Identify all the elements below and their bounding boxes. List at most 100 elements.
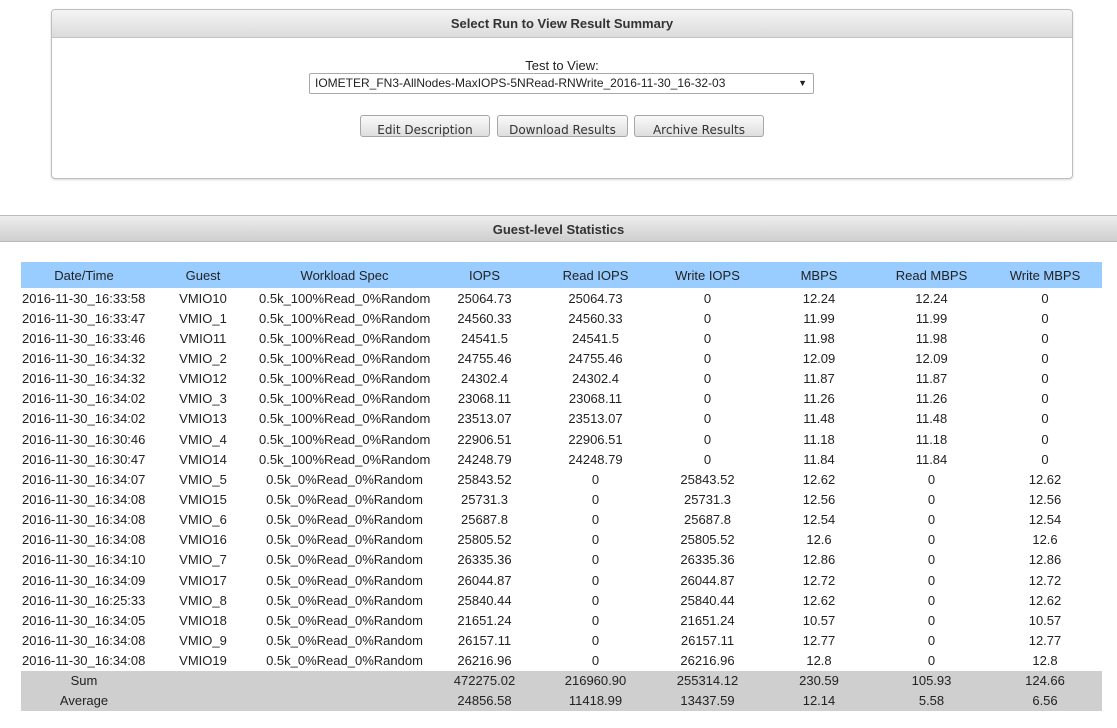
table-row: 2016-11-30_16:33:58 VMIO10 0.5k_100%Read_0… <box>21 288 1102 308</box>
table-cell: 12.77 <box>1028 632 1062 648</box>
table-cell: 22906.51 <box>568 431 623 447</box>
table-cell <box>147 670 259 691</box>
table-cell: 21651.24 <box>680 612 735 628</box>
table-cell: 12.56 <box>1028 491 1062 507</box>
table-cell: 0 <box>591 612 600 628</box>
table-cell: 216960.90 <box>539 670 652 691</box>
table-cell: 0 <box>703 310 712 326</box>
table-cell: 11.99 <box>803 310 835 326</box>
table-cell: 0 <box>591 491 600 507</box>
table-cell: 0.5k_0%Read_0%Random <box>266 653 423 669</box>
table-cell: 0.5k_0%Read_0%Random <box>266 592 423 608</box>
table-cell: VMIO_4 <box>179 431 227 447</box>
table-cell: 0 <box>1041 330 1049 346</box>
table-row: 2016-11-30_16:34:09 VMIO17 0.5k_0%Read_0%R… <box>21 570 1102 590</box>
table-cell: 2016-11-30_16:34:08 <box>22 653 146 669</box>
table-cell: 0.5k_100%Read_0%Random <box>259 391 431 407</box>
table-cell: 24541.5 <box>461 330 508 346</box>
table-cell: 25731.3 <box>461 491 508 507</box>
archive-results-button[interactable]: Archive Results <box>634 115 764 137</box>
table-row: 2016-11-30_16:34:07 VMIO_5 0.5k_0%Read_0%R… <box>21 469 1102 489</box>
table-cell: 11.84 <box>803 451 835 467</box>
table-cell: 12.62 <box>802 471 836 487</box>
table-cell: 230.59 <box>763 670 875 691</box>
table-cell: 25805.52 <box>457 532 512 548</box>
table-row: 2016-11-30_16:34:08 VMIO_9 0.5k_0%Read_0%R… <box>21 630 1102 650</box>
table-cell: 25731.3 <box>684 491 731 507</box>
table-cell: 24248.79 <box>568 451 623 467</box>
table-cell: 26335.36 <box>680 552 735 568</box>
table-cell: VMIO_9 <box>179 632 227 648</box>
table-cell: 0 <box>591 552 600 568</box>
table-cell: 0.5k_0%Read_0%Random <box>266 632 423 648</box>
table-cell: 0.5k_100%Read_0%Random <box>259 371 431 387</box>
table-cell: 0.5k_100%Read_0%Random <box>259 451 431 467</box>
table-cell: 24541.5 <box>572 330 619 346</box>
table-cell: VMIO17 <box>179 572 227 588</box>
download-results-button[interactable]: Download Results <box>497 115 628 137</box>
table-cell: 0 <box>927 592 936 608</box>
table-cell: VMIO_3 <box>179 391 227 407</box>
table-cell: VMIO_6 <box>179 512 227 528</box>
table-cell: 0 <box>1041 371 1049 387</box>
table-cell <box>147 690 259 711</box>
table-cell: 0 <box>1041 411 1049 427</box>
test-select-value: IOMETER_FN3-AllNodes-MaxIOPS-5NRead-RNWr… <box>315 76 726 90</box>
table-cell: 11.48 <box>803 411 835 427</box>
table-cell: 0 <box>591 592 600 608</box>
table-body: 2016-11-30_16:33:58 VMIO10 0.5k_100%Read_0… <box>21 288 1102 711</box>
table-cell <box>259 670 430 691</box>
table-cell: 26044.87 <box>457 572 512 588</box>
column-header: Date/Time <box>21 262 147 288</box>
table-cell: 0 <box>591 471 600 487</box>
table-cell: 2016-11-30_16:33:46 <box>22 330 146 346</box>
table-cell: 0.5k_0%Read_0%Random <box>266 491 423 507</box>
table-cell: 12.86 <box>802 552 836 568</box>
table-row: 2016-11-30_16:34:32 VMIO_2 0.5k_100%Read_0… <box>21 348 1102 368</box>
table-cell <box>259 690 430 711</box>
table-cell: 0.5k_100%Read_0%Random <box>259 290 431 306</box>
table-cell: 0 <box>927 552 936 568</box>
guest-stats-title: Guest-level Statistics <box>0 215 1117 242</box>
table-header-row: Date/Time Guest Workload Spec IOPS Read IOPS… <box>21 262 1102 288</box>
table-cell: 0 <box>703 371 712 387</box>
table-row: 2016-11-30_16:33:46 VMIO11 0.5k_100%Read_0… <box>21 328 1102 348</box>
table-cell: 26044.87 <box>680 572 735 588</box>
test-select[interactable]: IOMETER_FN3-AllNodes-MaxIOPS-5NRead-RNWr… <box>309 73 814 94</box>
table-cell: 12.24 <box>915 290 948 306</box>
table-cell: 12.86 <box>1028 552 1062 568</box>
edit-description-button[interactable]: Edit Description <box>360 115 490 137</box>
chevron-down-icon[interactable]: ▼ <box>798 74 807 93</box>
table-cell: 12.8 <box>806 653 832 669</box>
table-cell: VMIO16 <box>179 532 227 548</box>
table-cell: 2016-11-30_16:34:02 <box>22 411 146 427</box>
table-cell: 26335.36 <box>457 552 512 568</box>
select-run-panel-title: Select Run to View Result Summary <box>52 10 1072 38</box>
table-cell: 12.6 <box>806 532 832 548</box>
table-cell: 0 <box>927 471 936 487</box>
table-cell: 26216.96 <box>457 653 512 669</box>
table-cell: 25064.73 <box>568 290 623 306</box>
table-cell: 0 <box>1041 310 1049 326</box>
table-cell: 0.5k_100%Read_0%Random <box>259 330 431 346</box>
table-cell: VMIO12 <box>179 371 227 387</box>
table-cell: 22906.51 <box>457 431 512 447</box>
table-cell: 2016-11-30_16:34:08 <box>22 512 146 528</box>
table-cell: 2016-11-30_16:33:47 <box>22 310 146 326</box>
table-row: 2016-11-30_16:25:33 VMIO_8 0.5k_0%Read_0%R… <box>21 590 1102 610</box>
table-cell: 26157.11 <box>457 632 512 648</box>
table-cell: 12.09 <box>915 350 948 366</box>
table-cell: 2016-11-30_16:30:47 <box>22 451 146 467</box>
table-row: 2016-11-30_16:34:08 VMIO15 0.5k_0%Read_0%R… <box>21 489 1102 509</box>
table-cell: 11.26 <box>803 391 835 407</box>
table-cell: 12.72 <box>1028 572 1062 588</box>
table-cell: 105.93 <box>875 670 988 691</box>
table-cell: 255314.12 <box>652 670 763 691</box>
table-row: 2016-11-30_16:34:08 VMIO_6 0.5k_0%Read_0%R… <box>21 510 1102 530</box>
table-row: 2016-11-30_16:34:05 VMIO18 0.5k_0%Read_0%R… <box>21 610 1102 630</box>
table-cell: 11.84 <box>915 451 948 467</box>
column-header: Write MBPS <box>988 262 1102 288</box>
table-cell: 0 <box>1041 350 1049 366</box>
table-cell: 0.5k_0%Read_0%Random <box>266 471 423 487</box>
table-cell: 12.24 <box>802 290 836 306</box>
